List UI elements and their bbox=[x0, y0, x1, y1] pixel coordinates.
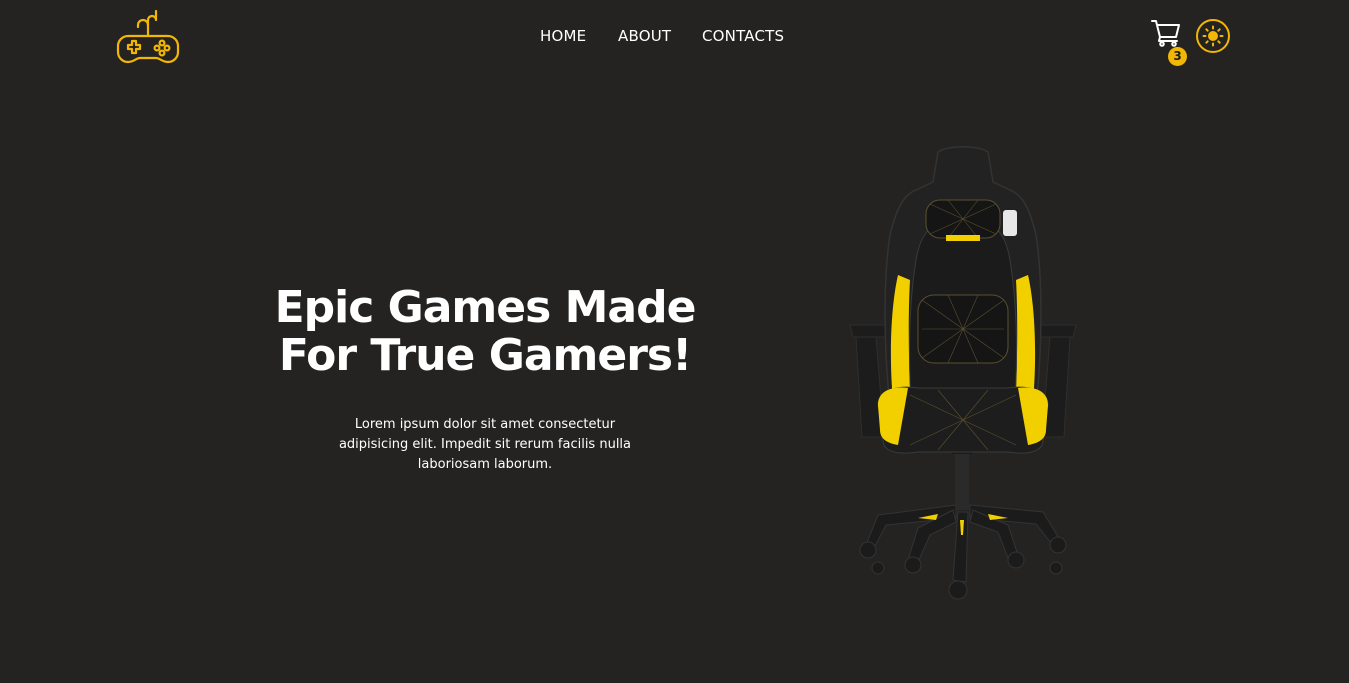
gaming-chair-image bbox=[849, 146, 1077, 600]
hero-description: Lorem ipsum dolor sit amet consectetur a… bbox=[338, 417, 632, 472]
sun-icon bbox=[1202, 25, 1224, 47]
cart-count-badge: 3 bbox=[1168, 47, 1187, 66]
hero-title-line1: Epic Games Made bbox=[274, 282, 697, 333]
theme-toggle-button[interactable] bbox=[1196, 19, 1230, 53]
nav-contacts-link[interactable]: CONTACTS bbox=[702, 27, 784, 45]
logo-gamepad-icon[interactable] bbox=[116, 8, 180, 68]
cart-icon bbox=[1151, 20, 1180, 47]
landing-page: HOME ABOUT CONTACTS 3 Epic Games Made Fo… bbox=[0, 0, 1349, 683]
hero-title-line2: For True Gamers! bbox=[278, 330, 692, 381]
hero-title: Epic Games Made For True Gamers! bbox=[230, 284, 740, 380]
nav-about-link[interactable]: ABOUT bbox=[618, 27, 671, 45]
nav-home-link[interactable]: HOME bbox=[540, 27, 586, 45]
